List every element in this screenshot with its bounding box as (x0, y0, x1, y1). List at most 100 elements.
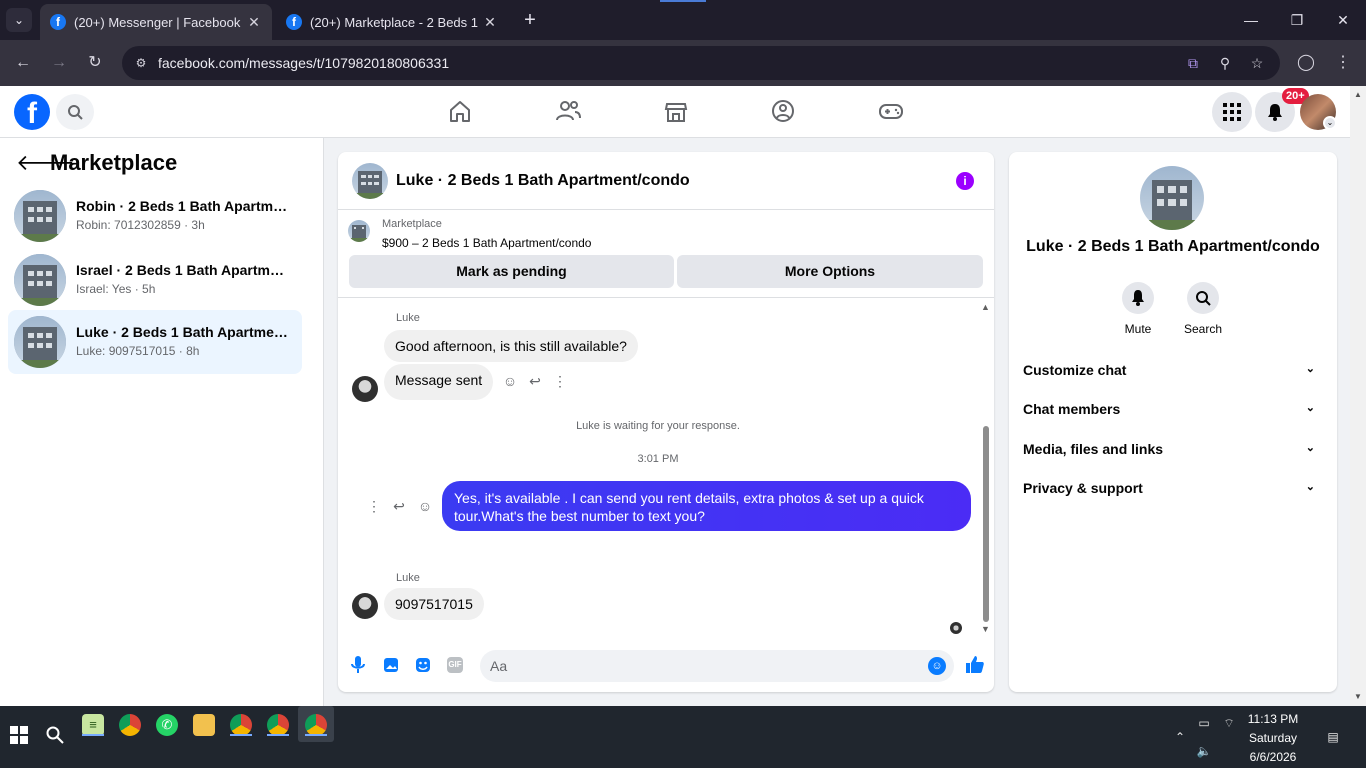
sender-avatar[interactable] (352, 376, 378, 402)
seen-indicator-avatar (950, 622, 962, 634)
listing-thumbnail (14, 316, 66, 368)
marketplace-icon[interactable] (661, 96, 691, 126)
facebook-header: f 20+ ⌄ (0, 86, 1350, 138)
mute-button[interactable]: Mute (1110, 282, 1166, 336)
tab-search-chevron-down-icon[interactable]: ⌄ (6, 8, 32, 32)
tab-marketplace[interactable]: f (20+) Marketplace - 2 Beds 1 Bath Apar… (276, 4, 508, 40)
incoming-message[interactable]: 9097517015 (384, 588, 484, 620)
chat-avatar[interactable] (352, 163, 388, 199)
photo-icon[interactable] (380, 654, 402, 676)
chrome-app-icon[interactable] (119, 714, 141, 736)
facebook-favicon-icon: f (286, 14, 302, 30)
volume-icon[interactable]: 🔈 (1195, 742, 1213, 760)
conversation-item-luke[interactable]: Luke · 2 Beds 1 Bath Apartment/condo Luk… (8, 310, 302, 374)
minimize-icon[interactable]: — (1228, 6, 1274, 34)
url-text[interactable]: facebook.com/messages/t/1079820180806331 (158, 55, 449, 71)
back-arrow-icon[interactable]: 🡐 (16, 150, 75, 176)
system-clock[interactable]: 11:13 PM Saturday 6/6/2026 (1236, 710, 1310, 767)
notification-center-icon[interactable]: ▤ (1324, 728, 1342, 746)
chrome-profile-3-icon[interactable] (267, 714, 289, 736)
react-smiley-icon[interactable]: ☺ (416, 497, 434, 515)
message-input-field[interactable]: ☺ (480, 650, 954, 682)
chat-members-section[interactable]: Chat members ⌄ (1023, 401, 1323, 423)
chat-title[interactable]: Luke · 2 Beds 1 Bath Apartment/condo (396, 172, 690, 190)
tab-close-icon[interactable]: ✕ (482, 14, 498, 31)
restore-icon[interactable]: ❐ (1274, 6, 1320, 34)
page-scrollbar[interactable]: ▲ ▼ (1350, 86, 1366, 706)
scroll-down-arrow-icon[interactable]: ▼ (1354, 692, 1362, 701)
notepad-app-icon[interactable]: ≡ (82, 714, 104, 736)
groups-icon[interactable] (768, 96, 798, 126)
conversation-item-israel[interactable]: Israel · 2 Beds 1 Bath Apartment/condo I… (8, 248, 302, 312)
microphone-icon[interactable] (347, 654, 369, 676)
sticker-icon[interactable] (412, 654, 434, 676)
file-explorer-icon[interactable] (193, 714, 215, 736)
scroll-up-arrow-icon[interactable]: ▲ (981, 302, 990, 312)
close-window-icon[interactable]: ✕ (1320, 6, 1366, 34)
chrome-active-icon[interactable] (305, 714, 327, 736)
windows-taskbar: ≡ ✆ ⌃ ▭ ⌔ 🔈 11:13 PM Saturday 6/6/2026 ▤ (0, 706, 1366, 768)
profile-icon[interactable]: ◯ (1293, 50, 1319, 76)
chevron-down-icon: ⌄ (1305, 402, 1315, 414)
running-indicator (305, 734, 327, 736)
tray-chevron-up-icon[interactable]: ⌃ (1171, 728, 1189, 746)
search-in-chat-button[interactable]: Search (1175, 282, 1231, 336)
tab-close-icon[interactable]: ✕ (246, 14, 262, 31)
install-app-icon[interactable]: ⧉ (1182, 52, 1204, 74)
friends-icon[interactable] (553, 96, 583, 126)
sidebar-title: Marketplace (50, 150, 178, 175)
incoming-message[interactable]: Message sent (384, 364, 494, 400)
browser-menu-kebab-icon[interactable]: ⋮ (1330, 50, 1356, 76)
chat-scrollbar[interactable]: ▲ ▼ (978, 298, 994, 638)
scroll-down-arrow-icon[interactable]: ▼ (981, 624, 990, 634)
emoji-icon[interactable]: ☺ (928, 657, 946, 675)
info-icon[interactable]: i (956, 172, 974, 190)
tab-messenger[interactable]: f (20+) Messenger | Facebook ✕ (40, 4, 272, 40)
listing-thumbnail (14, 190, 66, 242)
section-label: Privacy & support (1023, 480, 1143, 496)
thumbs-up-icon[interactable] (964, 654, 986, 676)
mark-as-pending-button[interactable]: Mark as pending (349, 255, 674, 288)
media-files-links-section[interactable]: Media, files and links ⌄ (1023, 441, 1323, 463)
bookmark-star-icon[interactable]: ☆ (1246, 52, 1268, 74)
taskbar-search-icon[interactable] (44, 726, 66, 748)
facebook-logo[interactable]: f (14, 94, 50, 130)
scrollbar-thumb[interactable] (983, 426, 989, 622)
gif-icon[interactable]: GIF (447, 657, 463, 673)
more-kebab-icon[interactable]: ⋮ (365, 497, 383, 515)
scroll-up-arrow-icon[interactable]: ▲ (1354, 90, 1362, 99)
back-arrow-icon[interactable]: ← (10, 50, 36, 76)
address-bar[interactable]: ⚙ facebook.com/messages/t/10798201808063… (122, 46, 1280, 80)
outgoing-message[interactable]: Yes, it's available . I can send you ren… (442, 481, 971, 531)
search-icon[interactable] (56, 94, 94, 130)
windows-start-icon[interactable] (8, 726, 30, 748)
chrome-profile-2-icon[interactable] (230, 714, 252, 736)
battery-icon[interactable]: ▭ (1195, 714, 1213, 732)
sender-avatar[interactable] (352, 593, 378, 619)
listing-price-title[interactable]: $900 – 2 Beds 1 Bath Apartment/condo (382, 236, 591, 250)
conversation-title: Robin · 2 Beds 1 Bath Apartment/condo (76, 198, 290, 214)
reply-icon[interactable]: ↩ (390, 497, 408, 515)
customize-chat-section[interactable]: Customize chat ⌄ (1023, 362, 1323, 384)
search-icon (1187, 282, 1219, 314)
conversation-item-robin[interactable]: Robin · 2 Beds 1 Bath Apartment/condo Ro… (8, 184, 302, 248)
forward-arrow-icon[interactable]: → (46, 50, 72, 76)
more-options-button[interactable]: More Options (677, 255, 983, 288)
reload-icon[interactable]: ↻ (82, 50, 108, 76)
chevron-down-icon: ⌄ (1305, 481, 1315, 493)
gaming-icon[interactable] (876, 96, 906, 126)
new-tab-plus-icon[interactable]: + (518, 8, 542, 32)
reply-icon[interactable]: ↩ (526, 372, 544, 390)
menu-grid-icon[interactable] (1212, 92, 1252, 132)
incoming-message[interactable]: Good afternoon, is this still available? (384, 330, 638, 362)
more-kebab-icon[interactable]: ⋮ (551, 372, 569, 390)
privacy-support-section[interactable]: Privacy & support ⌄ (1023, 480, 1323, 502)
site-info-tune-icon[interactable]: ⚙ (130, 52, 152, 74)
account-chevron-down-icon[interactable]: ⌄ (1323, 116, 1337, 130)
whatsapp-app-icon[interactable]: ✆ (156, 714, 178, 736)
listing-thumbnail (14, 254, 66, 306)
react-smiley-icon[interactable]: ☺ (501, 372, 519, 390)
home-icon[interactable] (445, 96, 475, 126)
message-input[interactable] (490, 656, 910, 676)
zoom-icon[interactable]: ⚲ (1214, 52, 1236, 74)
